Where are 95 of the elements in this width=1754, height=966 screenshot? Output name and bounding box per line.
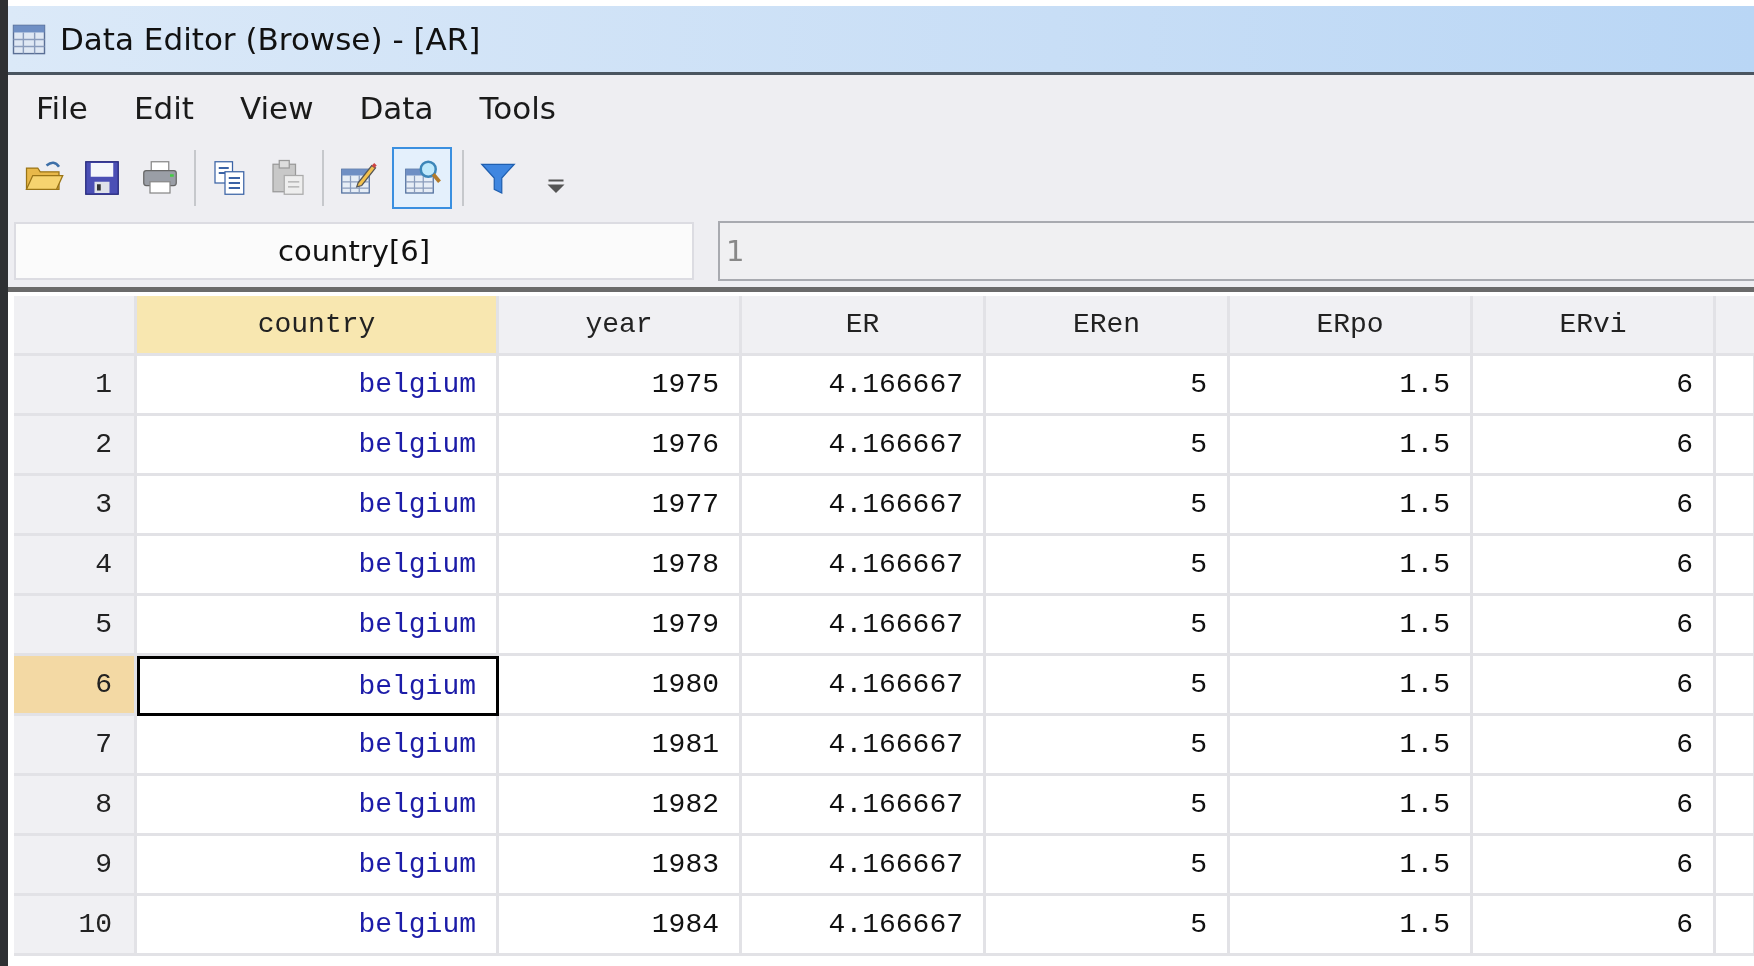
column-header[interactable]: ERvi (1473, 296, 1716, 356)
table-cell: 6 (1473, 596, 1716, 656)
table-cell: 1.5 (1230, 896, 1473, 956)
table-cell: 6 (1473, 716, 1716, 776)
table-cell: 4.166667 (742, 776, 986, 836)
variable-name-field[interactable]: country[6] (14, 222, 694, 280)
table-cell (1716, 416, 1754, 476)
table-cell: 6 (1473, 656, 1716, 716)
table-cell: 5 (986, 476, 1230, 536)
column-header[interactable]: ERpo (1230, 296, 1473, 356)
table-cell: 5 (986, 776, 1230, 836)
table-cell (1716, 716, 1754, 776)
row-number[interactable]: 10 (14, 896, 137, 956)
table-cell: 1979 (499, 596, 742, 656)
column-header[interactable]: ER (742, 296, 986, 356)
table-cell: 1.5 (1230, 476, 1473, 536)
table-cell (1716, 356, 1754, 416)
table-cell: belgium (137, 416, 499, 476)
table-cell: belgium (137, 656, 499, 716)
menu-item[interactable]: View (239, 90, 314, 126)
table-cell: 1980 (499, 656, 742, 716)
table-cell: 6 (1473, 776, 1716, 836)
table-cell: belgium (137, 476, 499, 536)
row-number[interactable]: 2 (14, 416, 137, 476)
table-cell (1716, 776, 1754, 836)
table-cell: 4.166667 (742, 836, 986, 896)
table-cell: 4.166667 (742, 416, 986, 476)
column-header (1716, 296, 1754, 356)
table-icon (12, 23, 46, 55)
table-cell: 6 (1473, 356, 1716, 416)
table-cell: 6 (1473, 896, 1716, 956)
table-cell: 4.166667 (742, 596, 986, 656)
table-cell: 1977 (499, 476, 742, 536)
table-cell: 1.5 (1230, 536, 1473, 596)
table-cell: 4.166667 (742, 356, 986, 416)
menu-item[interactable]: File (36, 90, 88, 126)
table-cell: 1981 (499, 716, 742, 776)
table-cell: 4.166667 (742, 716, 986, 776)
table-cell: 1.5 (1230, 656, 1473, 716)
table-cell (1716, 836, 1754, 896)
table-cell: 4.166667 (742, 656, 986, 716)
table-cell: 1982 (499, 776, 742, 836)
table-cell: 4.166667 (742, 536, 986, 596)
row-number[interactable]: 5 (14, 596, 137, 656)
table-cell: 6 (1473, 536, 1716, 596)
table-cell: 5 (986, 416, 1230, 476)
table-cell: belgium (137, 896, 499, 956)
table-cell: 4.166667 (742, 476, 986, 536)
table-cell: 1976 (499, 416, 742, 476)
table-cell: 5 (986, 836, 1230, 896)
row-number[interactable]: 8 (14, 776, 137, 836)
row-number[interactable]: 3 (14, 476, 137, 536)
row-number[interactable]: 7 (14, 716, 137, 776)
column-header[interactable]: country (137, 296, 499, 356)
table-cell: belgium (137, 356, 499, 416)
menu-item[interactable]: Tools (479, 90, 556, 126)
table-cell: 5 (986, 356, 1230, 416)
table-cell: 4.166667 (742, 896, 986, 956)
table-cell (1716, 476, 1754, 536)
table-cell: 1.5 (1230, 596, 1473, 656)
table-cell (1716, 536, 1754, 596)
table-cell: belgium (137, 536, 499, 596)
window-title: Data Editor (Browse) - [AR] (60, 21, 481, 57)
row-number[interactable]: 9 (14, 836, 137, 896)
table-cell: 6 (1473, 836, 1716, 896)
table-cell: 5 (986, 716, 1230, 776)
table-cell: 1975 (499, 356, 742, 416)
table-cell: 1.5 (1230, 836, 1473, 896)
table-cell: 5 (986, 536, 1230, 596)
menu-item[interactable]: Edit (133, 90, 194, 126)
table-cell: 5 (986, 656, 1230, 716)
menu-item[interactable]: Data (359, 90, 434, 126)
table-cell: belgium (137, 716, 499, 776)
table-cell (1716, 596, 1754, 656)
table-cell: 5 (986, 596, 1230, 656)
row-number[interactable]: 1 (14, 356, 137, 416)
table-cell: 6 (1473, 476, 1716, 536)
table-cell: 1.5 (1230, 356, 1473, 416)
table-cell: belgium (137, 776, 499, 836)
table-cell: 1.5 (1230, 716, 1473, 776)
table-cell: 1984 (499, 896, 742, 956)
table-cell: 1983 (499, 836, 742, 896)
table-cell: 5 (986, 896, 1230, 956)
table-cell: 1.5 (1230, 416, 1473, 476)
table-cell: belgium (137, 836, 499, 896)
row-number[interactable]: 4 (14, 536, 137, 596)
table-cell: 1978 (499, 536, 742, 596)
column-header[interactable]: ERen (986, 296, 1230, 356)
row-number[interactable]: 6 (14, 656, 137, 716)
table-cell: belgium (137, 596, 499, 656)
table-cell: 1.5 (1230, 776, 1473, 836)
table-cell: 6 (1473, 416, 1716, 476)
table-magnifier-icon[interactable] (392, 147, 452, 209)
column-header[interactable]: year (499, 296, 742, 356)
table-cell (1716, 656, 1754, 716)
